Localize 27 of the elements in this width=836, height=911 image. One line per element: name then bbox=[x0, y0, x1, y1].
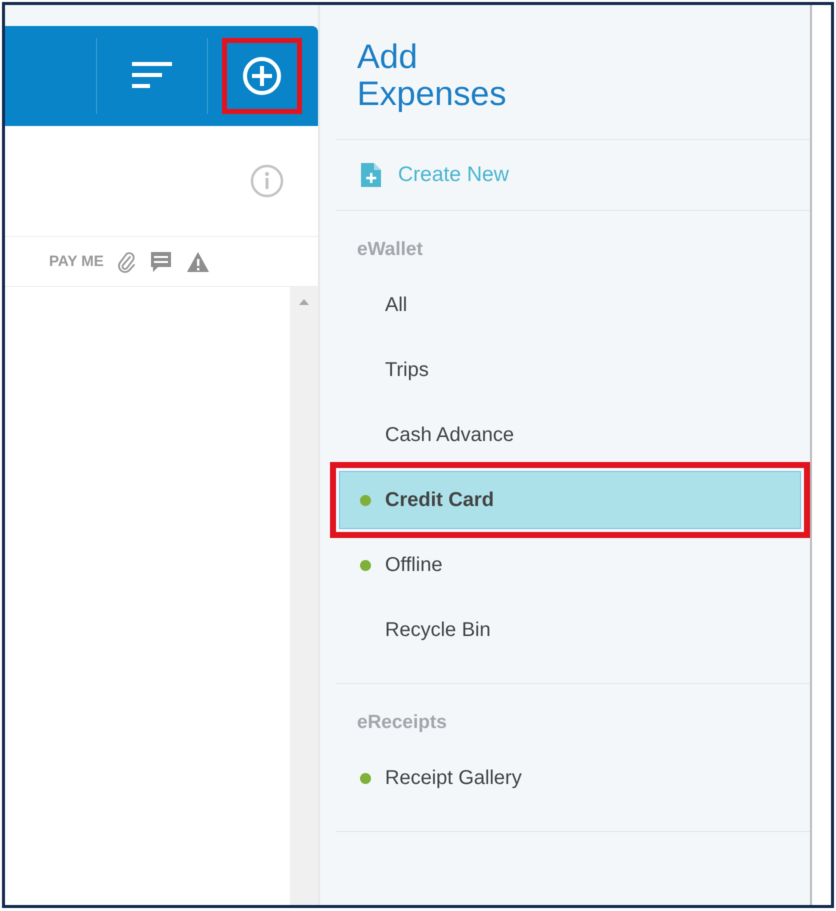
add-button[interactable] bbox=[222, 38, 302, 114]
new-document-icon bbox=[360, 163, 382, 187]
section-heading: eReceipts bbox=[356, 711, 448, 735]
scroll-up-icon[interactable] bbox=[299, 299, 309, 305]
section-heading: eWallet bbox=[356, 238, 424, 262]
item-label: Credit Card bbox=[385, 488, 494, 512]
menu-item[interactable]: Cash Advance bbox=[339, 406, 810, 464]
item-label: All bbox=[385, 294, 408, 316]
warning-icon[interactable] bbox=[186, 250, 210, 272]
menu-item[interactable]: Trips bbox=[339, 341, 810, 399]
info-icon[interactable] bbox=[250, 164, 284, 198]
menu-item[interactable]: Receipt Gallery bbox=[339, 749, 810, 807]
item-label: Trips bbox=[385, 358, 429, 382]
menu-item[interactable]: Offline bbox=[339, 536, 810, 594]
item-label: Cash Advance bbox=[385, 424, 514, 446]
menu-item[interactable]: Recycle Bin bbox=[339, 601, 810, 659]
paperclip-icon[interactable] bbox=[118, 250, 136, 272]
sort-icon bbox=[132, 62, 172, 90]
add-icon bbox=[242, 56, 282, 96]
item-label: Recycle Bin bbox=[385, 618, 491, 642]
menu-item[interactable]: All bbox=[339, 276, 810, 334]
panel-title: Add Expenses bbox=[356, 37, 508, 115]
comment-icon[interactable] bbox=[150, 250, 172, 272]
scrollbar[interactable] bbox=[290, 287, 318, 905]
menu-item[interactable]: Credit Card bbox=[330, 462, 810, 538]
item-label: Receipt Gallery bbox=[385, 766, 522, 790]
item-label: Offline bbox=[385, 554, 442, 576]
